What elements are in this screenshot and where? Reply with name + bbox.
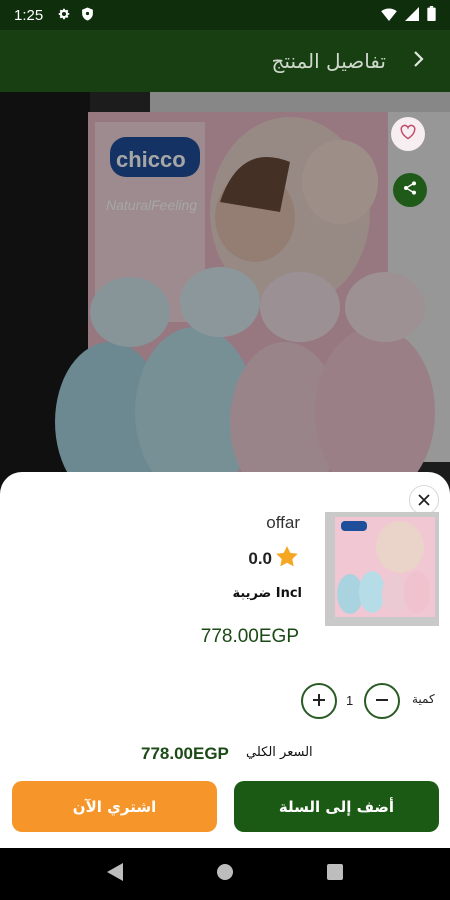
signal-icon	[405, 6, 419, 25]
nav-home-button[interactable]	[216, 863, 234, 885]
rating: 0.0	[248, 546, 298, 571]
total-price-label: السعر الكلي	[246, 745, 313, 760]
chevron-right-icon	[413, 50, 425, 72]
star-icon	[276, 546, 298, 571]
rating-value: 0.0	[248, 548, 272, 568]
back-button[interactable]	[408, 50, 430, 72]
total-price-value: 778.00EGP	[141, 744, 229, 763]
close-button[interactable]	[409, 485, 439, 515]
plus-icon	[312, 692, 326, 711]
share-icon	[402, 180, 418, 200]
quantity-label: كمية	[412, 692, 435, 706]
page-title: تفاصيل المنتج	[271, 49, 387, 73]
add-to-cart-label: أضف إلى السلة	[278, 797, 395, 816]
system-nav-bar	[0, 848, 450, 900]
heart-outline-icon	[399, 124, 417, 144]
favorite-button[interactable]	[391, 117, 425, 151]
quantity-increase-button[interactable]	[301, 683, 337, 719]
buy-now-label: اشتري الآن	[72, 797, 157, 816]
close-icon	[418, 491, 430, 510]
app-bar: تفاصيل المنتج	[0, 30, 450, 92]
product-price: 778.00EGP	[200, 626, 299, 647]
add-to-cart-button[interactable]: أضف إلى السلة	[234, 781, 439, 832]
shield-icon	[81, 6, 94, 25]
nav-back-button[interactable]	[106, 863, 123, 885]
battery-icon	[427, 5, 436, 25]
minus-icon	[375, 692, 389, 711]
nav-recents-button[interactable]	[327, 864, 344, 884]
gear-icon	[57, 6, 71, 25]
seller-name: offar	[266, 513, 300, 532]
buy-now-button[interactable]: اشتري الآن	[12, 781, 217, 832]
product-thumbnail	[325, 512, 439, 626]
quantity-decrease-button[interactable]	[364, 683, 400, 719]
tax-note: ضريبة Incl	[232, 586, 302, 601]
quantity-value: 1	[346, 693, 354, 708]
status-time: 1:25	[14, 6, 44, 24]
share-button[interactable]	[393, 173, 427, 207]
wifi-icon	[381, 6, 397, 25]
status-bar: 1:25	[0, 0, 450, 30]
